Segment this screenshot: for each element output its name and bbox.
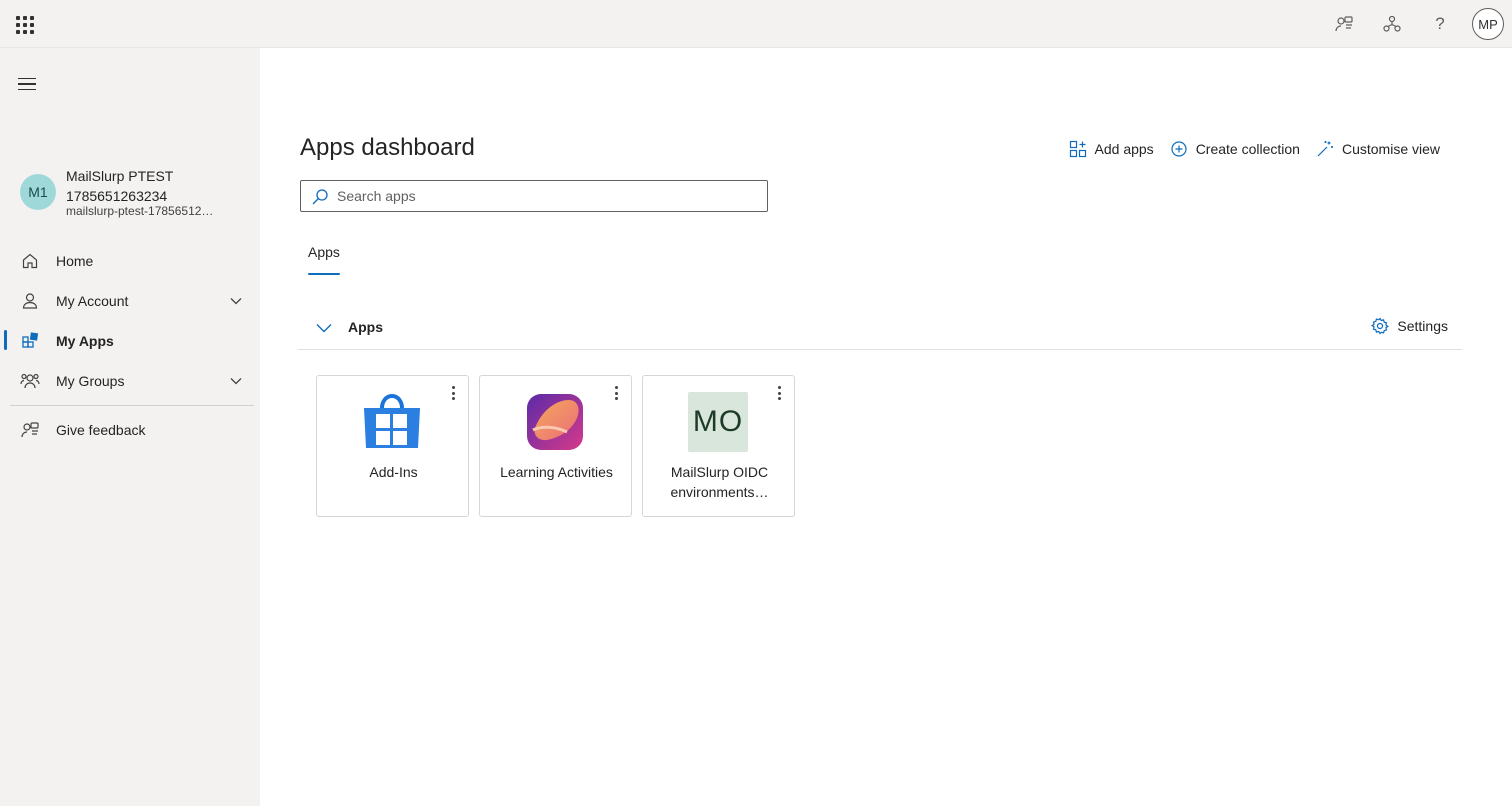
search-icon [311,188,329,206]
search-input[interactable] [337,181,757,211]
account-avatar[interactable]: MP [1472,8,1504,40]
sidebar: M1 MailSlurp PTEST 1785651263234 mailslu… [0,48,260,806]
sidebar-item-home[interactable]: Home [0,241,260,281]
settings-label: Settings [1397,318,1448,334]
people-icon [20,371,40,391]
more-options-icon[interactable] [772,384,786,402]
app-tile-mailslurp-oidc[interactable]: MO MailSlurp OIDC environments… [642,375,795,517]
feedback-icon[interactable] [1332,12,1356,36]
gear-icon [1371,317,1390,335]
give-feedback-link[interactable]: Give feedback [0,410,260,450]
add-apps-label: Add apps [1094,141,1154,157]
user-name: MailSlurp PTEST 1785651263234 [66,168,174,204]
more-options-icon[interactable] [609,384,623,402]
home-icon [20,251,40,271]
learning-activities-icon [525,392,585,452]
user-avatar: M1 [20,174,56,210]
app-tile-add-ins[interactable]: Add-Ins [316,375,469,517]
sidebar-item-my-account[interactable]: My Account [0,281,260,321]
section-title: Apps [348,319,383,335]
toolbar-actions: Add apps Create collection Customise vie… [1069,140,1440,158]
help-icon[interactable]: ? [1428,12,1452,36]
monogram-icon: MO [688,392,748,452]
app-tile-label: MailSlurp OIDC environments… [670,464,769,500]
chevron-down-icon[interactable] [228,293,244,309]
add-apps-button[interactable]: Add apps [1069,140,1154,158]
create-collection-button[interactable]: Create collection [1170,140,1300,158]
chevron-down-icon[interactable] [228,373,244,389]
user-email: mailslurp-ptest-1785651263234 [66,204,216,218]
create-collection-label: Create collection [1195,141,1300,157]
store-bag-icon [362,392,422,452]
person-icon [20,291,40,311]
app-tile-label: Add-Ins [369,464,418,480]
customise-view-label: Customise view [1341,141,1440,157]
more-options-icon[interactable] [446,384,460,402]
tab-apps[interactable]: Apps [308,244,340,270]
app-launcher-icon[interactable] [14,14,34,34]
active-indicator [4,330,7,350]
app-tile-label: Learning Activities [500,464,613,480]
chevron-down-icon[interactable] [314,318,334,338]
tab-selected-indicator [308,273,340,275]
app-tile-learning-activities[interactable]: Learning Activities [479,375,632,517]
apps-section-header: Apps Settings [298,310,1462,350]
top-bar: ? MP [0,0,1512,48]
settings-button[interactable]: Settings [1371,317,1448,335]
apps-icon [20,331,40,351]
magic-wand-icon [1316,140,1334,158]
add-apps-icon [1069,140,1087,158]
sidebar-item-label: Home [56,253,94,269]
organization-icon[interactable] [1380,12,1404,36]
sidebar-divider [10,405,254,406]
sidebar-item-my-groups[interactable]: My Groups [0,361,260,401]
add-circle-icon [1170,140,1188,158]
sidebar-item-my-apps[interactable]: My Apps [0,321,260,361]
feedback-icon [20,420,40,440]
page-title: Apps dashboard [300,134,475,161]
menu-toggle-icon[interactable] [18,74,38,94]
sidebar-item-label: My Groups [56,373,125,389]
customise-view-button[interactable]: Customise view [1316,140,1440,158]
sidebar-item-label: My Account [56,293,129,309]
main-content: Apps dashboard Add apps Create collectio… [260,48,1512,806]
give-feedback-label: Give feedback [56,422,146,438]
sidebar-item-label: My Apps [56,333,114,349]
search-box [300,180,768,212]
